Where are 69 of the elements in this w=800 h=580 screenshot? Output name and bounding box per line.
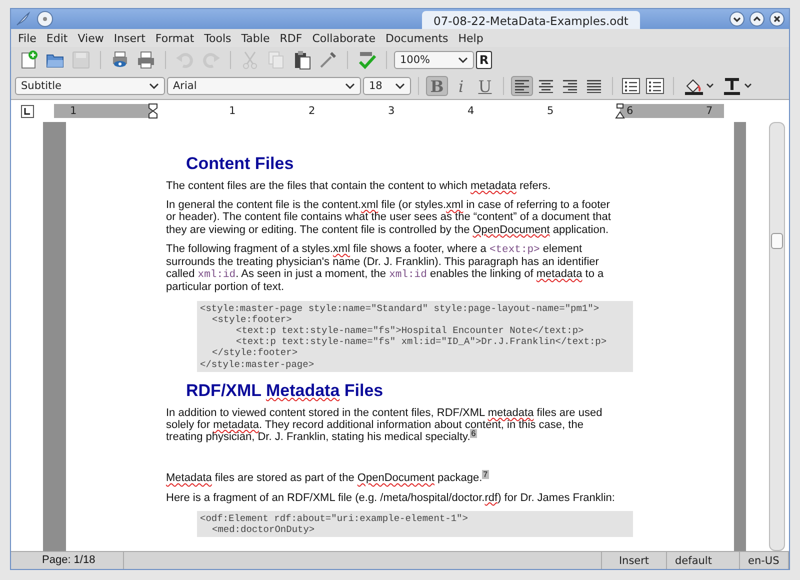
code-line: <text:p text:style-name="fs">Hospital Encounter Note</text:p> [236, 325, 585, 336]
section-heading: RDF/XML Metadata Files [186, 380, 384, 401]
language[interactable]: en-US [740, 552, 789, 569]
ruler-number: 2 [308, 104, 316, 118]
menu-item[interactable]: Insert [108, 32, 150, 44]
code-line: </style:footer> [212, 347, 299, 359]
numbered-list-button[interactable] [620, 76, 642, 96]
code-line: <med:doctorOnDuty> [212, 524, 316, 536]
paragraph: Metadata files are stored as part of the OpenDocument package.$^{7}$ [166, 472, 490, 485]
menu-item[interactable]: Tools [199, 32, 236, 44]
italic-button[interactable]: i [450, 76, 472, 96]
bullet-list-button[interactable] [644, 76, 666, 96]
ruler-number: 3 [388, 104, 395, 118]
spellcheck-icon[interactable] [357, 50, 377, 70]
paragraph: In general the content file is the content.xml file (or styles.xml in case of referring to a footer or header). The content file contains what the user sees as the “content” of a document that they are viewing or editing. The content file is controlled by the OpenDocument application. [166, 199, 612, 236]
paragraph: The content files are the files that contain the content to which metadata refers. [166, 180, 552, 192]
code-line: <text:p text:style-name="fs" xml:id="ID_A">Dr.J.Franklin</text:p> [236, 336, 608, 348]
paragraph-style-dropdown[interactable]: Subtitle [15, 77, 165, 95]
caret-icon [149, 83, 159, 89]
caret-icon [345, 83, 355, 89]
paragraph: The following fragment of a styles.xml file shows a footer, where a <text:p> element surrounds the treating physician's name (Dr. J. Franklin). This paragraph has an identifier called xml:id. As seen in just a moment, the xml:id enables the linking of metadata to a particular portion of text. [166, 242, 605, 294]
page-count: Page: 1/18 [34, 552, 124, 569]
menu-item[interactable]: View [72, 32, 109, 44]
menu-item[interactable]: Table [236, 32, 275, 44]
menu-item[interactable]: File [13, 32, 42, 44]
new-document-icon[interactable] [19, 50, 39, 70]
font-size-dropdown[interactable]: 18 [363, 77, 411, 95]
code-line: <style:footer> [212, 314, 293, 326]
page-style: default [667, 552, 740, 569]
record-button[interactable]: R [476, 51, 492, 69]
minimize-icon[interactable] [729, 11, 745, 27]
zoom-dropdown[interactable]: 100% [394, 51, 474, 69]
maximize-icon[interactable] [749, 11, 765, 27]
menu-item[interactable]: Edit [41, 32, 73, 44]
indent-marker-icon[interactable] [148, 103, 158, 119]
ruler-number: 5 [547, 104, 554, 118]
close-icon[interactable] [769, 11, 785, 27]
ruler-number: 1 [229, 104, 236, 118]
align-left-button[interactable] [511, 76, 533, 96]
menu-item[interactable]: Documents [380, 32, 454, 44]
feather-icon[interactable] [15, 11, 31, 27]
print-icon[interactable] [136, 50, 156, 70]
code-line: <odf:Element rdf:about="uri:example-element-1"> [200, 512, 469, 524]
ruler-number: 6 [626, 104, 634, 118]
indent-marker-icon[interactable] [615, 103, 625, 119]
eyedropper-icon[interactable] [318, 50, 338, 70]
window-menu-button[interactable] [37, 11, 53, 27]
section-heading: Content Files [186, 154, 295, 174]
print-preview-icon[interactable] [110, 50, 130, 70]
ruler-number: 4 [468, 104, 474, 118]
caret-icon [458, 57, 468, 63]
code-line: <style:master-page style:name="Standard" style:page-layout-name="pm1"> [200, 302, 600, 314]
paste-icon[interactable] [292, 50, 312, 70]
menu-item[interactable]: Help [453, 32, 488, 44]
window-title: 07-08-22-MetaData-Examples.odt [422, 11, 640, 29]
vertical-scrollbar[interactable] [769, 122, 785, 551]
ruler-number: 1 [70, 104, 77, 118]
insert-mode[interactable]: Insert [602, 552, 667, 569]
paragraph: Here is a fragment of an RDF/XML file (e.g. /meta/hospital/doctor.rdf) for Dr. James Franklin: [166, 492, 616, 504]
menu-item[interactable]: RDF [274, 32, 308, 44]
paragraph: In addition to viewed content stored in the content files, RDF/XML metadata files are used solely for metadata. They record additional information about content, in this case, the treating physician, Dr. J. Franklin, stating his medical specialty.$^{6}$ [166, 406, 604, 444]
menu-item[interactable]: Format [150, 32, 200, 44]
tab-stop-icon[interactable] [21, 104, 34, 118]
ruler-number: 7 [706, 104, 713, 118]
font-dropdown[interactable]: Arial [167, 77, 361, 95]
underline-button[interactable]: U [474, 76, 496, 96]
menu-item[interactable]: Collaborate [307, 32, 381, 44]
code-line: </style:master-page> [200, 358, 316, 370]
caret-icon [395, 83, 405, 89]
